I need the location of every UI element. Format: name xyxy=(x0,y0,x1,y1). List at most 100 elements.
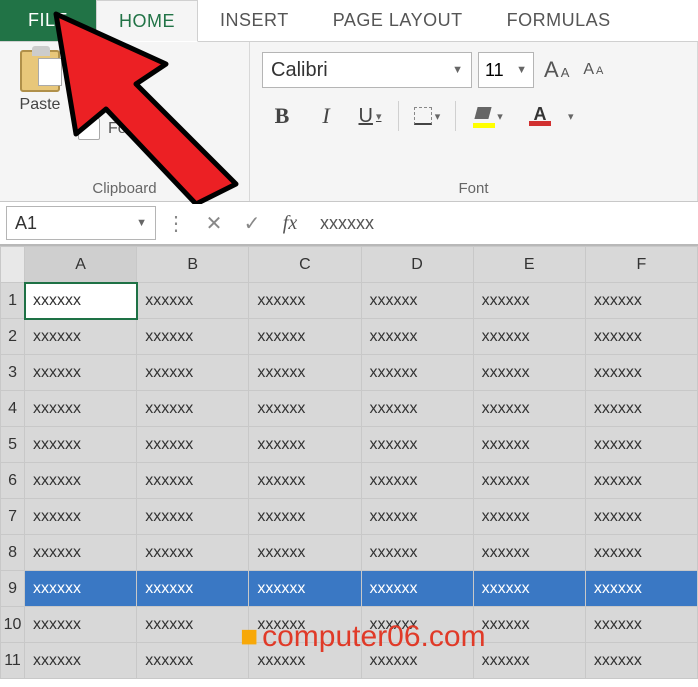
cell[interactable]: xxxxxx xyxy=(361,319,473,355)
column-header[interactable]: D xyxy=(361,247,473,283)
cell[interactable]: xxxxxx xyxy=(473,463,585,499)
cell[interactable]: xxxxxx xyxy=(249,463,361,499)
row-header[interactable]: 5 xyxy=(1,427,25,463)
cell[interactable]: xxxxxx xyxy=(25,535,137,571)
cell[interactable]: xxxxxx xyxy=(585,607,697,643)
column-header[interactable]: B xyxy=(137,247,249,283)
cell[interactable]: xxxxxx xyxy=(249,391,361,427)
cell[interactable]: xxxxxx xyxy=(249,355,361,391)
cell[interactable]: xxxxxx xyxy=(25,571,137,607)
cell[interactable]: xxxxxx xyxy=(473,319,585,355)
cell[interactable]: xxxxxx xyxy=(473,427,585,463)
cell[interactable]: xxxxxx xyxy=(25,319,137,355)
row-header[interactable]: 1 xyxy=(1,283,25,319)
borders-button[interactable]: ▾ xyxy=(407,98,447,134)
cell[interactable]: xxxxxx xyxy=(137,283,249,319)
cell[interactable]: xxxxxx xyxy=(361,283,473,319)
underline-button[interactable]: U ▾ xyxy=(350,98,390,134)
range-expand-button[interactable]: ⋮ xyxy=(158,206,194,240)
cell[interactable]: xxxxxx xyxy=(137,427,249,463)
cell[interactable]: xxxxxx xyxy=(137,499,249,535)
cell[interactable]: xxxxxx xyxy=(585,535,697,571)
cell[interactable]: xxxxxx xyxy=(585,427,697,463)
insert-function-button[interactable]: fx xyxy=(272,206,308,240)
row-header[interactable]: 4 xyxy=(1,391,25,427)
cell[interactable]: xxxxxx xyxy=(25,463,137,499)
bold-button[interactable]: B xyxy=(262,98,302,134)
row-header[interactable]: 8 xyxy=(1,535,25,571)
cell[interactable]: xxxxxx xyxy=(473,283,585,319)
shrink-font-button[interactable]: A A xyxy=(579,59,607,81)
format-painter-button[interactable]: Format P xyxy=(78,118,174,140)
cell[interactable]: xxxxxx xyxy=(249,427,361,463)
cell[interactable]: xxxxxx xyxy=(585,283,697,319)
enter-button[interactable]: ✓ xyxy=(234,206,270,240)
cell[interactable]: xxxxxx xyxy=(473,607,585,643)
cell[interactable]: xxxxxx xyxy=(137,319,249,355)
cell[interactable]: xxxxxx xyxy=(25,391,137,427)
cell[interactable]: xxxxxx xyxy=(249,499,361,535)
tab-file[interactable]: FILE xyxy=(0,0,96,41)
cell[interactable]: xxxxxx xyxy=(473,535,585,571)
cell[interactable]: xxxxxx xyxy=(137,643,249,679)
row-header[interactable]: 11 xyxy=(1,643,25,679)
column-header[interactable]: E xyxy=(473,247,585,283)
tab-formulas[interactable]: FORMULAS xyxy=(485,0,633,41)
cell[interactable]: xxxxxx xyxy=(137,391,249,427)
cell[interactable]: xxxxxx xyxy=(473,355,585,391)
cell[interactable]: xxxxxx xyxy=(585,463,697,499)
cell[interactable]: xxxxxx xyxy=(361,463,473,499)
cell[interactable]: xxxxxx xyxy=(473,571,585,607)
grow-font-button[interactable]: A A xyxy=(540,55,573,85)
cell[interactable]: xxxxxx xyxy=(137,355,249,391)
cell[interactable]: xxxxxx xyxy=(473,643,585,679)
select-all-corner[interactable] xyxy=(1,247,25,283)
column-header[interactable]: A xyxy=(25,247,137,283)
cell[interactable]: xxxxxx xyxy=(585,571,697,607)
row-header[interactable]: 10 xyxy=(1,607,25,643)
cell[interactable]: xxxxxx xyxy=(249,535,361,571)
cell[interactable]: xxxxxx xyxy=(585,499,697,535)
cell[interactable]: xxxxxx xyxy=(473,391,585,427)
fill-color-button[interactable]: ▾ xyxy=(464,98,512,134)
cell[interactable]: xxxxxx xyxy=(361,571,473,607)
cell[interactable]: xxxxxx xyxy=(585,391,697,427)
cell[interactable]: xxxxxx xyxy=(361,355,473,391)
cell[interactable]: xxxxxx xyxy=(137,571,249,607)
tab-insert[interactable]: INSERT xyxy=(198,0,311,41)
cell[interactable]: xxxxxx xyxy=(585,643,697,679)
cell[interactable]: xxxxxx xyxy=(249,319,361,355)
font-color-button[interactable]: A xyxy=(516,98,564,134)
cell[interactable]: xxxxxx xyxy=(473,499,585,535)
cell[interactable]: xxxxxx xyxy=(25,427,137,463)
column-header[interactable]: F xyxy=(585,247,697,283)
cell[interactable]: xxxxxx xyxy=(25,643,137,679)
cell[interactable]: xxxxxx xyxy=(137,607,249,643)
cut-button[interactable]: Cu xyxy=(78,54,174,76)
row-header[interactable]: 2 xyxy=(1,319,25,355)
cell[interactable]: xxxxxx xyxy=(25,283,137,319)
column-header[interactable]: C xyxy=(249,247,361,283)
paste-button[interactable]: Paste xyxy=(10,50,70,140)
tab-home[interactable]: HOME xyxy=(96,0,198,42)
cell[interactable]: xxxxxx xyxy=(361,535,473,571)
italic-button[interactable]: I xyxy=(306,98,346,134)
cell[interactable]: xxxxxx xyxy=(137,463,249,499)
cell[interactable]: xxxxxx xyxy=(361,499,473,535)
cell[interactable]: xxxxxx xyxy=(361,427,473,463)
name-box[interactable]: A1 ▼ xyxy=(6,206,156,240)
cell[interactable]: xxxxxx xyxy=(249,571,361,607)
cell[interactable]: xxxxxx xyxy=(361,391,473,427)
row-header[interactable]: 9 xyxy=(1,571,25,607)
cell[interactable]: xxxxxx xyxy=(249,283,361,319)
cell[interactable]: xxxxxx xyxy=(585,319,697,355)
copy-button[interactable]: Cop xyxy=(78,86,174,108)
tab-page-layout[interactable]: PAGE LAYOUT xyxy=(311,0,485,41)
cell[interactable]: xxxxxx xyxy=(137,535,249,571)
cell[interactable]: xxxxxx xyxy=(25,607,137,643)
row-header[interactable]: 6 xyxy=(1,463,25,499)
formula-input[interactable] xyxy=(310,206,692,240)
cell[interactable]: xxxxxx xyxy=(25,499,137,535)
cell[interactable]: xxxxxx xyxy=(25,355,137,391)
cell[interactable]: xxxxxx xyxy=(585,355,697,391)
